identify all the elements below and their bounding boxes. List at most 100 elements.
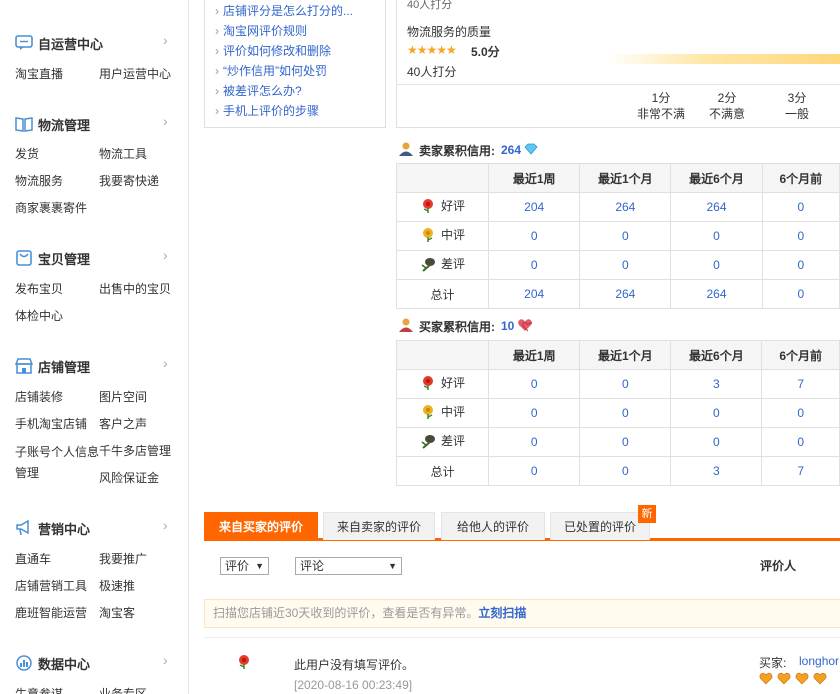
sidebar-link[interactable]: 淘宝客 xyxy=(99,604,135,621)
table-cell[interactable]: 0 xyxy=(488,427,581,457)
review-date: [2020-08-16 00:23:49] xyxy=(294,678,413,692)
diamond-icon xyxy=(524,143,538,158)
table-cell[interactable]: 264 xyxy=(579,279,672,309)
sidebar-link[interactable]: 我要推广 xyxy=(99,550,147,567)
sidebar-section-header[interactable]: 数据中心 xyxy=(15,654,90,672)
help-link[interactable]: 店铺评分是怎么打分的... xyxy=(215,1,385,21)
row-label: 中评 xyxy=(441,405,466,420)
tab-handled[interactable]: 已处置的评价 xyxy=(550,512,650,540)
sidebar-link[interactable]: 子账号个人信息管理 xyxy=(15,442,99,484)
sidebar-section-header[interactable]: 营销中心 xyxy=(15,519,90,537)
chevron-right-icon[interactable]: › xyxy=(163,652,168,668)
table-header-row: 最近1周 最近1个月 最近6个月 6个月前 xyxy=(395,340,840,370)
help-link[interactable]: 手机上评价的步骤 xyxy=(215,101,385,121)
sidebar-link[interactable]: 千牛多店管理 xyxy=(99,442,171,459)
table-cell[interactable]: 0 xyxy=(579,427,672,457)
sidebar-link[interactable]: 直通车 xyxy=(15,550,51,567)
sidebar-link[interactable]: 手机淘宝店铺 xyxy=(15,415,87,432)
table-cell[interactable]: 0 xyxy=(761,221,840,251)
comment-select[interactable]: 评论 ▼ xyxy=(295,557,402,575)
table-cell[interactable]: 0 xyxy=(488,456,581,486)
table-cell[interactable]: 0 xyxy=(488,221,581,251)
sidebar-section-title: 物流管理 xyxy=(38,117,91,133)
table-cell[interactable]: 7 xyxy=(761,456,840,486)
sidebar-section-header[interactable]: 宝贝管理 xyxy=(15,249,90,267)
table-cell[interactable]: 0 xyxy=(670,398,763,428)
sidebar-link[interactable]: 生意参谋 xyxy=(15,685,63,694)
chevron-right-icon[interactable]: › xyxy=(163,113,168,129)
sidebar-link[interactable]: 商家裹裹寄件 xyxy=(15,199,87,216)
table-cell[interactable]: 0 xyxy=(488,250,581,280)
table-cell[interactable]: 0 xyxy=(579,398,672,428)
sidebar-link[interactable]: 店铺装修 xyxy=(15,388,63,405)
rating-select[interactable]: 评价 ▼ xyxy=(220,557,269,575)
tab-to-others[interactable]: 给他人的评价 xyxy=(441,512,545,540)
chart-icon xyxy=(15,655,33,671)
sidebar-section-header[interactable]: 店铺管理 xyxy=(15,357,90,375)
sidebar-link[interactable]: 我要寄快递 xyxy=(99,172,159,189)
sidebar-link[interactable]: 物流服务 xyxy=(15,172,63,189)
tab-from-sellers[interactable]: 来自卖家的评价 xyxy=(323,512,435,540)
table-cell[interactable]: 264 xyxy=(670,279,763,309)
divider xyxy=(397,84,840,85)
sidebar-link[interactable]: 风险保证金 xyxy=(99,469,159,486)
table-cell[interactable]: 7 xyxy=(761,369,840,399)
sidebar-link[interactable]: 物流工具 xyxy=(99,145,147,162)
sidebar-link[interactable]: 用户运营中心 xyxy=(99,65,171,82)
tab-from-buyers[interactable]: 来自买家的评价 xyxy=(204,512,318,540)
table-cell[interactable]: 3 xyxy=(670,456,763,486)
sidebar-link[interactable]: 体检中心 xyxy=(15,307,63,324)
dsr-scale-desc: 一般 xyxy=(784,107,809,121)
help-link[interactable]: 淘宝网评价规则 xyxy=(215,21,385,41)
table-cell[interactable]: 0 xyxy=(761,250,840,280)
sidebar-link[interactable]: 业务专区 xyxy=(99,685,147,694)
chevron-right-icon[interactable]: › xyxy=(163,355,168,371)
divider xyxy=(204,637,840,638)
table-cell[interactable]: 0 xyxy=(670,221,763,251)
table-cell[interactable]: 0 xyxy=(579,250,672,280)
help-link[interactable]: 被差评怎么办? xyxy=(215,81,385,101)
table-cell[interactable]: 3 xyxy=(670,369,763,399)
help-link[interactable]: “炒作信用”如何处罚 xyxy=(215,61,385,81)
table-cell[interactable]: 0 xyxy=(488,369,581,399)
megaphone-icon xyxy=(15,520,33,536)
flower-yellow-icon xyxy=(419,227,437,246)
table-cell[interactable]: 0 xyxy=(761,398,840,428)
table-cell[interactable]: 0 xyxy=(579,456,672,486)
table-cell[interactable]: 0 xyxy=(761,427,840,457)
buyer-name-link[interactable]: longhor xyxy=(799,654,839,668)
table-cell[interactable]: 264 xyxy=(579,192,672,222)
scan-now-link[interactable]: 立刻扫描 xyxy=(478,606,526,620)
table-cell[interactable]: 204 xyxy=(488,192,581,222)
buyer-credit-title: 买家累积信用: xyxy=(419,319,495,334)
table-cell[interactable]: 0 xyxy=(670,250,763,280)
sidebar-link[interactable]: 店铺营销工具 xyxy=(15,577,87,594)
chevron-right-icon[interactable]: › xyxy=(163,32,168,48)
table-cell[interactable]: 0 xyxy=(579,369,672,399)
sidebar-link[interactable]: 客户之声 xyxy=(99,415,147,432)
sidebar-link[interactable]: 图片空间 xyxy=(99,388,147,405)
table-cell[interactable]: 0 xyxy=(761,192,840,222)
sidebar-link[interactable]: 极速推 xyxy=(99,577,135,594)
sidebar-section-header[interactable]: 物流管理 xyxy=(15,115,90,133)
sidebar-link[interactable]: 出售中的宝贝 xyxy=(99,280,171,297)
sidebar-link[interactable]: 淘宝直播 xyxy=(15,65,63,82)
sidebar-link[interactable]: 发货 xyxy=(15,145,39,162)
table-cell[interactable]: 0 xyxy=(761,279,840,309)
sidebar-link[interactable]: 发布宝贝 xyxy=(15,280,63,297)
table-cell[interactable]: 0 xyxy=(670,427,763,457)
chevron-right-icon[interactable]: › xyxy=(163,247,168,263)
dsr-scale-desc: 不满意 xyxy=(708,107,745,121)
table-cell[interactable]: 264 xyxy=(670,192,763,222)
row-label: 差评 xyxy=(441,257,466,272)
help-link[interactable]: 评价如何修改和删除 xyxy=(215,41,385,61)
sidebar-section-header[interactable]: 自运营中心 xyxy=(15,34,103,52)
table-cell[interactable]: 0 xyxy=(579,221,672,251)
row-label: 差评 xyxy=(441,434,466,449)
table-cell[interactable]: 204 xyxy=(488,279,581,309)
comment-select-value: 评论 xyxy=(300,559,325,573)
sidebar-link[interactable]: 鹿班智能运营 xyxy=(15,604,87,621)
chevron-right-icon[interactable]: › xyxy=(163,517,168,533)
buyer-label: 买家: xyxy=(759,656,787,670)
table-cell[interactable]: 0 xyxy=(488,398,581,428)
